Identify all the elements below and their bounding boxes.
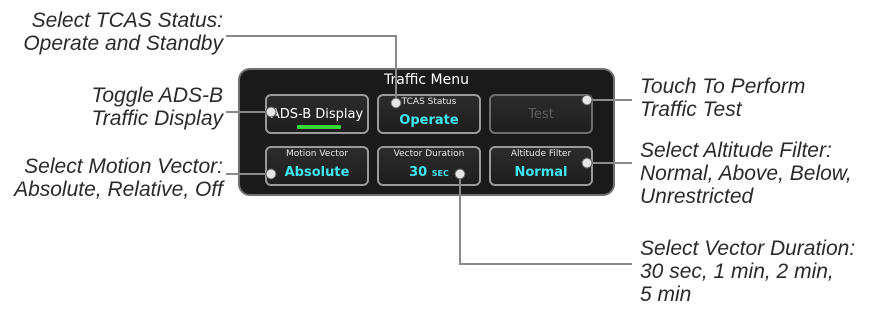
adsb-display-button[interactable]: ADS-B Display <box>265 94 369 134</box>
callout-line: Select Motion Vector: <box>24 155 223 178</box>
vector-duration-button[interactable]: Vector Duration 30 SEC <box>377 146 481 186</box>
adsb-display-indicator <box>297 125 341 129</box>
callout-line: 5 min <box>640 283 692 306</box>
callout-line: Absolute, Relative, Off <box>14 178 223 201</box>
callout-tcas-status: Select TCAS Status: Operate and Standby <box>23 9 223 55</box>
altitude-filter-value: Normal <box>514 165 568 180</box>
callout-motion-vector: Select Motion Vector: Absolute, Relative… <box>14 155 223 201</box>
callout-line: Unrestricted <box>640 185 754 208</box>
motion-vector-value: Absolute <box>284 165 350 180</box>
vector-duration-number: 30 <box>409 165 428 180</box>
motion-vector-button[interactable]: Motion Vector Absolute <box>265 146 369 186</box>
adsb-display-label: ADS-B Display <box>270 107 364 122</box>
callout-line: Operate and Standby <box>23 32 223 55</box>
callout-line: Touch To Perform <box>640 75 806 98</box>
callout-line: Select Altitude Filter: <box>640 139 832 162</box>
callout-line: Toggle ADS-B <box>91 84 223 107</box>
callout-line: Normal, Above, Below, <box>640 162 852 185</box>
callout-line: Select TCAS Status: <box>31 9 223 32</box>
callout-adsb-toggle: Toggle ADS-B Traffic Display <box>91 84 223 130</box>
traffic-menu-panel: Traffic Menu ADS-B Display TCAS Status O… <box>238 68 615 196</box>
traffic-test-button[interactable]: Test <box>489 94 593 134</box>
callout-line: Select Vector Duration: <box>640 237 856 260</box>
motion-vector-caption: Motion Vector <box>285 149 349 159</box>
altitude-filter-caption: Altitude Filter <box>510 149 572 159</box>
altitude-filter-button[interactable]: Altitude Filter Normal <box>489 146 593 186</box>
tcas-status-button[interactable]: TCAS Status Operate <box>377 94 481 134</box>
tcas-status-caption: TCAS Status <box>401 97 457 107</box>
callout-line: Traffic Display <box>91 107 223 130</box>
callout-traffic-test: Touch To Perform Traffic Test <box>640 75 805 121</box>
tcas-status-value: Operate <box>399 113 459 128</box>
callout-line: Traffic Test <box>640 98 742 121</box>
callout-vector-duration: Select Vector Duration: 30 sec, 1 min, 2… <box>640 237 855 306</box>
traffic-test-label: Test <box>528 107 554 122</box>
vector-duration-unit: SEC <box>431 169 449 178</box>
vector-duration-caption: Vector Duration <box>393 149 465 159</box>
callout-line: 30 sec, 1 min, 2 min, <box>640 260 834 283</box>
callout-altitude-filter: Select Altitude Filter: Normal, Above, B… <box>640 139 852 208</box>
panel-title: Traffic Menu <box>384 72 469 88</box>
vector-duration-value: 30 SEC <box>379 165 479 180</box>
